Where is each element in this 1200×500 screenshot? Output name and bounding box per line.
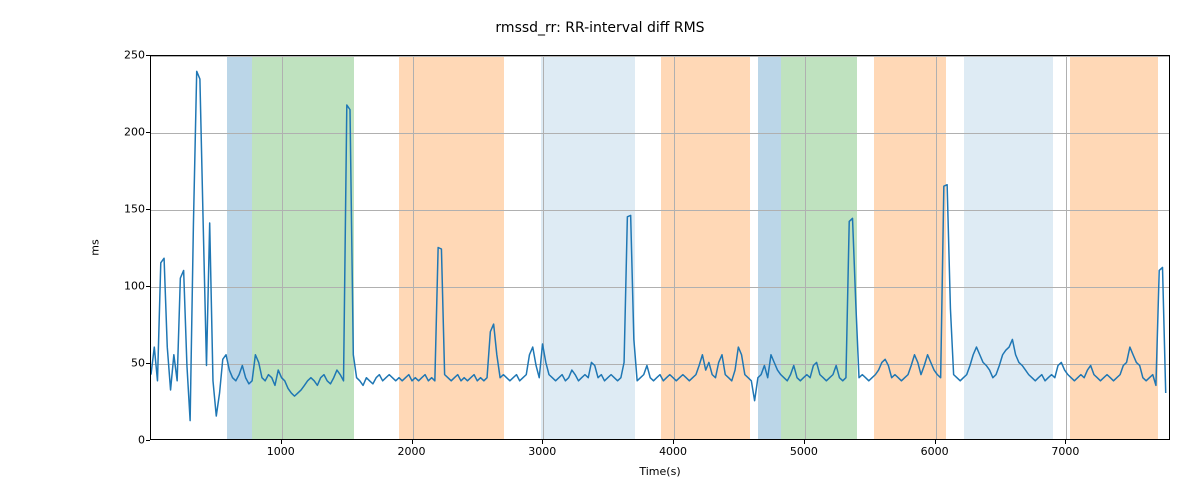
x-tick-mark: [935, 440, 936, 444]
x-tick-mark: [542, 440, 543, 444]
y-tick-label: 250: [105, 49, 145, 62]
y-tick-label: 50: [105, 357, 145, 370]
x-tick-mark: [804, 440, 805, 444]
x-tick-mark: [281, 440, 282, 444]
y-axis-label: ms: [85, 55, 105, 440]
x-tick-label: 1000: [267, 445, 295, 458]
x-tick-mark: [1065, 440, 1066, 444]
y-tick-label: 150: [105, 203, 145, 216]
x-tick-label: 2000: [398, 445, 426, 458]
x-tick-label: 3000: [528, 445, 556, 458]
y-tick-mark: [146, 209, 150, 210]
x-tick-label: 4000: [659, 445, 687, 458]
x-tick-mark: [673, 440, 674, 444]
x-axis-label: Time(s): [150, 465, 1170, 478]
x-tick-label: 7000: [1051, 445, 1079, 458]
y-tick-label: 200: [105, 126, 145, 139]
x-tick-label: 6000: [921, 445, 949, 458]
x-tick-label: 5000: [790, 445, 818, 458]
plot-area: [150, 55, 1170, 440]
y-tick-mark: [146, 286, 150, 287]
y-tick-mark: [146, 363, 150, 364]
y-tick-mark: [146, 440, 150, 441]
matplotlib-figure: rmssd_rr: RR-interval diff RMS ms Time(s…: [0, 0, 1200, 500]
y-tick-mark: [146, 55, 150, 56]
chart-title: rmssd_rr: RR-interval diff RMS: [0, 20, 1200, 36]
y-tick-label: 0: [105, 434, 145, 447]
y-tick-mark: [146, 132, 150, 133]
y-tick-label: 100: [105, 280, 145, 293]
line-series: [151, 56, 1169, 439]
x-tick-mark: [412, 440, 413, 444]
